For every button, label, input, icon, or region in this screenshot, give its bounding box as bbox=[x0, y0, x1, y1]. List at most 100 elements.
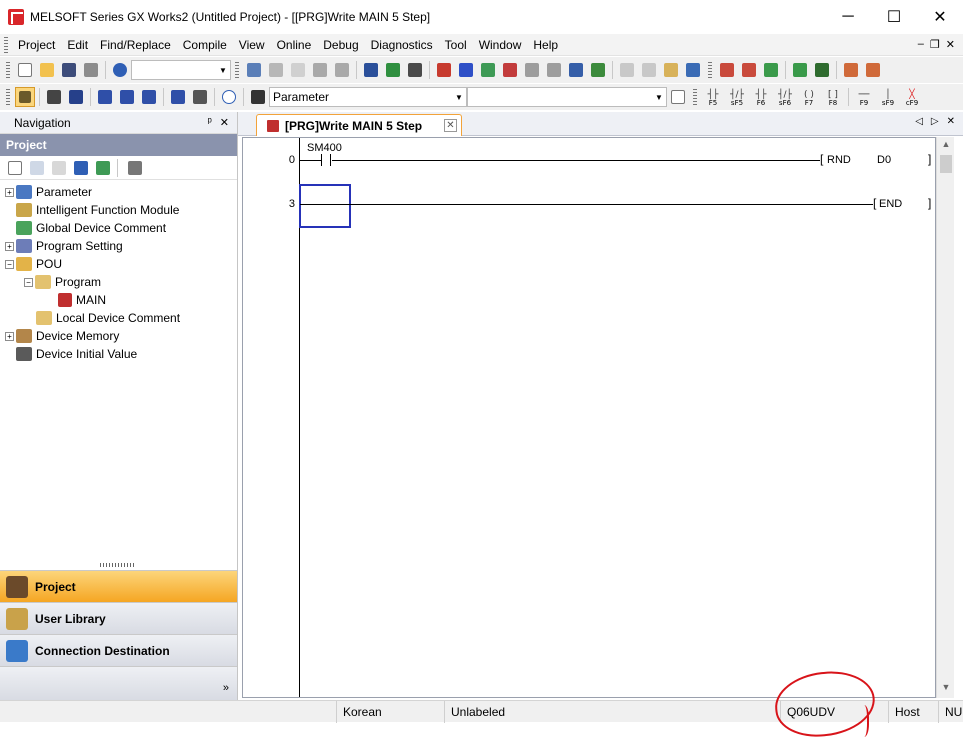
menu-grip[interactable] bbox=[4, 36, 8, 53]
close-icon[interactable]: ✕ bbox=[220, 116, 229, 129]
fkey-horizontal-line[interactable]: ── F9 bbox=[853, 87, 875, 108]
menu-view[interactable]: View bbox=[233, 38, 271, 52]
undo-button[interactable] bbox=[310, 60, 330, 80]
expand-icon[interactable]: + bbox=[5, 331, 14, 341]
ladder-edit-button-7[interactable] bbox=[863, 60, 883, 80]
verify-plc-button[interactable] bbox=[478, 60, 498, 80]
tab-close-icon[interactable]: ✕ bbox=[444, 119, 457, 132]
ladder-edit-button-6[interactable] bbox=[841, 60, 861, 80]
fkey-coil[interactable]: ( ) F7 bbox=[798, 87, 820, 108]
tree-item-parameter[interactable]: + Parameter bbox=[0, 183, 237, 201]
ladder-edit-button-5[interactable] bbox=[812, 60, 832, 80]
toolbar-grip[interactable] bbox=[6, 62, 10, 78]
save-button[interactable] bbox=[59, 60, 79, 80]
open-project-button[interactable] bbox=[37, 60, 57, 80]
tree-item-device-memory[interactable]: + Device Memory bbox=[0, 327, 237, 345]
fkey-open-contact[interactable]: ┤├ F5 bbox=[702, 87, 724, 108]
mdi-close-button[interactable]: ✕ bbox=[946, 38, 955, 51]
close-button[interactable]: ✕ bbox=[917, 0, 963, 34]
device-display-button[interactable] bbox=[168, 87, 188, 107]
toolbar-grip[interactable] bbox=[235, 62, 239, 78]
fkey-or-open[interactable]: ┤├ F6 bbox=[750, 87, 772, 108]
ladder-edit-button-3[interactable] bbox=[761, 60, 781, 80]
toolbar-grip[interactable] bbox=[6, 89, 10, 105]
batch-replace-button[interactable] bbox=[405, 60, 425, 80]
collapse-icon[interactable]: − bbox=[5, 259, 14, 269]
display-button[interactable] bbox=[683, 60, 703, 80]
sort-button[interactable] bbox=[122, 158, 148, 178]
tree-item-intelligent-function-module[interactable]: Intelligent Function Module bbox=[0, 201, 237, 219]
ladder-editor[interactable]: 0 SM400 [ RND D0 ] 3 [ END ] bbox=[242, 137, 936, 698]
binoculars-button[interactable] bbox=[248, 87, 268, 107]
fkey-or-closed[interactable]: ┤/├ sF6 bbox=[774, 87, 796, 108]
item-combo[interactable]: ▼ bbox=[467, 87, 667, 107]
statement-button[interactable] bbox=[639, 60, 659, 80]
fkey-vertical-line[interactable]: │ sF9 bbox=[877, 87, 899, 108]
fkey-closed-contact[interactable]: ┤/├ sF5 bbox=[726, 87, 748, 108]
menu-help[interactable]: Help bbox=[527, 38, 564, 52]
device-replace-button[interactable] bbox=[383, 60, 403, 80]
collapse-icon[interactable]: − bbox=[24, 277, 33, 287]
ladder-edit-button-4[interactable] bbox=[790, 60, 810, 80]
menu-tool[interactable]: Tool bbox=[439, 38, 473, 52]
toolbar-combo[interactable]: ▼ bbox=[131, 60, 231, 80]
menu-compile[interactable]: Compile bbox=[177, 38, 233, 52]
open-item-button[interactable] bbox=[668, 87, 688, 107]
menu-online[interactable]: Online bbox=[271, 38, 318, 52]
new-project-button[interactable] bbox=[15, 60, 35, 80]
device-label-button[interactable] bbox=[117, 87, 137, 107]
help-button-2[interactable] bbox=[219, 87, 239, 107]
device-comment-button[interactable] bbox=[95, 87, 115, 107]
print-button[interactable] bbox=[81, 60, 101, 80]
device-search-button[interactable] bbox=[361, 60, 381, 80]
device-alias-button[interactable] bbox=[139, 87, 159, 107]
tree-item-program-setting[interactable]: + Program Setting bbox=[0, 237, 237, 255]
new-data-button[interactable] bbox=[5, 158, 25, 178]
monitor-stop-button[interactable] bbox=[522, 60, 542, 80]
pin-icon[interactable]: ᵖ bbox=[208, 116, 212, 129]
normally-open-contact[interactable] bbox=[321, 154, 331, 166]
ladder-view-button[interactable] bbox=[44, 87, 64, 107]
vertical-scrollbar[interactable]: ▲ ▼ bbox=[936, 137, 954, 698]
navigation-splitter[interactable] bbox=[100, 563, 136, 567]
ladder-cursor[interactable] bbox=[299, 184, 351, 228]
menu-find-replace[interactable]: Find/Replace bbox=[94, 38, 177, 52]
project-view-button[interactable]: Project bbox=[0, 570, 237, 602]
comment-button[interactable] bbox=[617, 60, 637, 80]
ladder-edit-button-1[interactable] bbox=[717, 60, 737, 80]
menu-project[interactable]: Project bbox=[12, 38, 61, 52]
device-find-button[interactable] bbox=[190, 87, 210, 107]
toolbar-grip[interactable] bbox=[708, 62, 712, 78]
tree-item-program[interactable]: − Program bbox=[0, 273, 237, 291]
parameter-combo[interactable]: Parameter ▼ bbox=[269, 87, 467, 107]
menu-debug[interactable]: Debug bbox=[317, 38, 364, 52]
tab-next-icon[interactable]: ▷ bbox=[931, 116, 939, 127]
minimize-button[interactable]: ─ bbox=[825, 0, 871, 34]
device-test-button[interactable] bbox=[566, 60, 586, 80]
read-plc-button[interactable] bbox=[456, 60, 476, 80]
menu-window[interactable]: Window bbox=[473, 38, 528, 52]
fkey-delete-line[interactable]: ╳ cF9 bbox=[901, 87, 923, 108]
help-button[interactable] bbox=[110, 60, 130, 80]
tree-item-pou[interactable]: − POU bbox=[0, 255, 237, 273]
tab-prg-write-main[interactable]: [PRG]Write MAIN 5 Step ✕ bbox=[256, 114, 462, 136]
expand-icon[interactable]: + bbox=[5, 241, 14, 251]
list-view-button[interactable] bbox=[66, 87, 86, 107]
scroll-thumb[interactable] bbox=[940, 155, 952, 173]
note-button[interactable] bbox=[661, 60, 681, 80]
paste-data-button[interactable] bbox=[49, 158, 69, 178]
refresh-button[interactable] bbox=[93, 158, 113, 178]
mdi-restore-button[interactable]: ❐ bbox=[930, 38, 940, 51]
cut-button[interactable] bbox=[244, 60, 264, 80]
melsoft-app-icon[interactable] bbox=[8, 9, 24, 25]
write-plc-button[interactable] bbox=[434, 60, 454, 80]
copy-data-button[interactable] bbox=[27, 158, 47, 178]
redo-button[interactable] bbox=[332, 60, 352, 80]
property-button[interactable] bbox=[71, 158, 91, 178]
expand-icon[interactable]: + bbox=[5, 187, 14, 197]
toolbar-grip[interactable] bbox=[693, 89, 697, 105]
device-batch-button[interactable] bbox=[588, 60, 608, 80]
scroll-down-icon[interactable]: ▼ bbox=[937, 682, 955, 696]
monitor-write-button[interactable] bbox=[544, 60, 564, 80]
scroll-up-icon[interactable]: ▲ bbox=[937, 139, 955, 153]
